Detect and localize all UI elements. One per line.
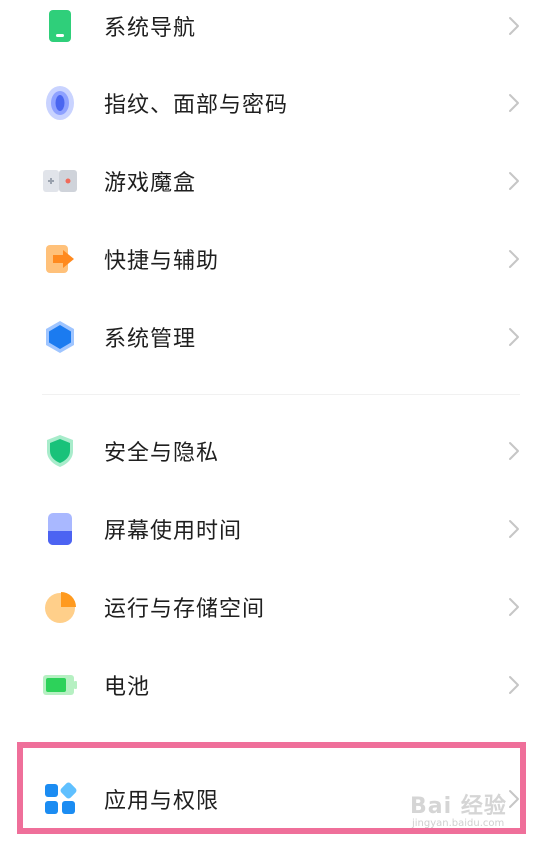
chevron-right-icon [509,598,519,616]
settings-item-gamebox[interactable]: 游戏魔盒 [0,142,546,220]
settings-page: 系统导航 指纹、面部与密码 游戏魔盒 快捷与辅助 系统管理 安全与隐私 屏幕使用… [0,0,546,849]
navigation-icon [42,8,78,44]
chevron-right-icon [509,520,519,538]
chevron-right-icon [509,790,519,808]
settings-item-label: 安全与隐私 [104,441,220,466]
chevron-right-icon [509,94,519,112]
settings-item-battery[interactable]: 电池 [0,646,546,724]
settings-item-label: 快捷与辅助 [104,249,220,274]
settings-item-label: 电池 [104,675,151,700]
section-divider [42,394,520,395]
settings-item-label: 系统管理 [104,327,197,352]
settings-item-shortcuts-accessibility[interactable]: 快捷与辅助 [0,220,546,298]
settings-item-system-navigation[interactable]: 系统导航 [0,0,546,65]
chevron-right-icon [509,250,519,268]
chevron-right-icon [509,172,519,190]
gamebox-icon [42,163,78,199]
fingerprint-icon [42,85,78,121]
settings-item-apps-permissions[interactable]: 应用与权限 [0,760,546,838]
storage-pie-icon [42,589,78,625]
settings-item-security-privacy[interactable]: 安全与隐私 [0,412,546,490]
settings-item-fingerprint-face-password[interactable]: 指纹、面部与密码 [0,64,546,142]
battery-icon [42,667,78,703]
settings-item-label: 系统导航 [104,16,197,41]
shortcut-icon [42,241,78,277]
settings-item-running-storage[interactable]: 运行与存储空间 [0,568,546,646]
settings-item-label: 运行与存储空间 [104,597,266,622]
settings-item-system-management[interactable]: 系统管理 [0,298,546,376]
hourglass-icon [42,511,78,547]
chevron-right-icon [509,17,519,35]
settings-item-label: 指纹、面部与密码 [104,93,289,118]
chevron-right-icon [509,328,519,346]
settings-item-screen-time[interactable]: 屏幕使用时间 [0,490,546,568]
system-management-icon [42,319,78,355]
chevron-right-icon [509,442,519,460]
apps-icon [42,781,78,817]
settings-item-label: 应用与权限 [104,789,220,814]
chevron-right-icon [509,676,519,694]
shield-icon [42,433,78,469]
settings-item-label: 游戏魔盒 [104,171,197,196]
settings-item-label: 屏幕使用时间 [104,519,243,544]
